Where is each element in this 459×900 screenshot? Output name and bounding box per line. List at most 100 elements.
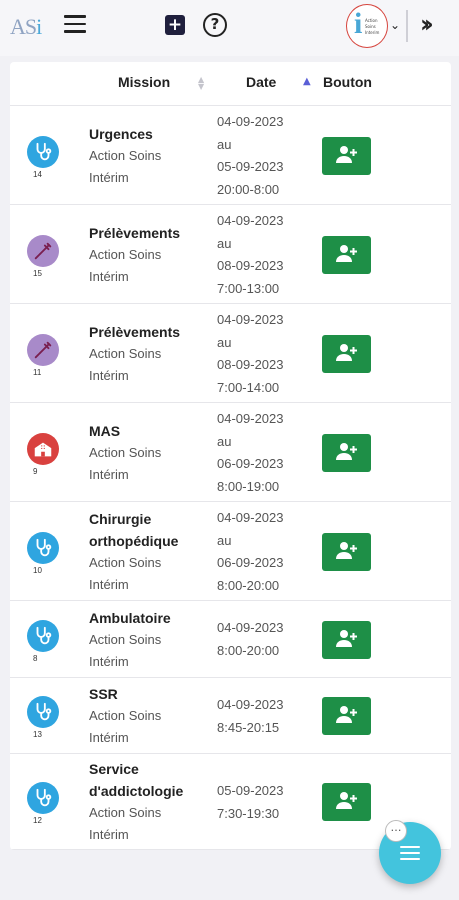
table-row: 14 Urgences Action Soins Intérim 04-09-2023 a…: [10, 106, 451, 205]
date-line: 05-09-2023: [217, 159, 284, 174]
date-line: 04-09-2023: [217, 620, 284, 635]
add-user-icon: [335, 790, 359, 814]
mission-company: Action Soins: [89, 247, 162, 262]
help-icon[interactable]: ?: [203, 13, 227, 37]
mission-type: Intérim: [89, 170, 129, 185]
date-line: 7:00-13:00: [217, 280, 280, 296]
mission-count: 10: [33, 566, 42, 575]
date-line: 7:00-14:00: [217, 379, 280, 395]
add-user-icon: [335, 243, 359, 267]
date-line: 7:30-19:30: [217, 805, 280, 821]
table-row: 10 Chirurgie orthopédique Action Soins Intér…: [10, 502, 451, 601]
column-mission[interactable]: Mission: [118, 74, 170, 90]
mission-company: Action Soins: [89, 632, 162, 647]
column-date[interactable]: Date: [246, 74, 276, 90]
apply-button[interactable]: [322, 236, 371, 274]
date-line: 04-09-2023: [217, 213, 284, 228]
app-logo[interactable]: ASi: [10, 14, 42, 40]
chat-bubble-icon[interactable]: …: [385, 820, 407, 842]
date-line: au: [217, 334, 232, 350]
mission-count: 12: [33, 816, 42, 825]
mission-info: Chirurgie orthopédique Action Soins Intérim: [89, 508, 207, 596]
mission-title[interactable]: Prélèvements: [89, 321, 207, 343]
top-bar: ASi + ? i Action Soins Interim ⌄ ››: [0, 0, 459, 56]
mission-date: 04-09-2023 8:45-20:15: [217, 694, 284, 739]
apply-button[interactable]: [322, 621, 371, 659]
mission-info: Prélèvements Action Soins Intérim: [89, 321, 207, 387]
mission-title[interactable]: Prélèvements: [89, 222, 207, 244]
table-header: Mission ▲ ▼ Date ▲ Bouton: [10, 62, 451, 106]
mission-title[interactable]: Chirurgie: [89, 508, 207, 530]
user-avatar[interactable]: i Action Soins Interim: [346, 4, 388, 48]
mission-type: Intérim: [89, 269, 129, 284]
date-line: 04-09-2023: [217, 697, 284, 712]
date-line: 08-09-2023: [217, 258, 284, 273]
mission-title[interactable]: SSR: [89, 683, 207, 705]
apply-button[interactable]: [322, 697, 371, 735]
missions-table: Mission ▲ ▼ Date ▲ Bouton 14 Urgences Actio…: [10, 62, 451, 850]
mission-title[interactable]: d'addictologie: [89, 780, 207, 802]
add-user-icon: [335, 144, 359, 168]
double-chevron-right-icon[interactable]: ››: [420, 10, 434, 38]
hospital-icon: [27, 433, 59, 465]
stethoscope-icon: [27, 136, 59, 168]
chevron-down-icon[interactable]: ⌄: [390, 18, 400, 32]
date-line: 06-09-2023: [217, 555, 284, 570]
apply-button[interactable]: [322, 533, 371, 571]
date-line: 8:00-20:00: [217, 642, 280, 658]
date-line: 08-09-2023: [217, 357, 284, 372]
mission-company: Action Soins: [89, 445, 162, 460]
mission-title[interactable]: Urgences: [89, 123, 207, 145]
add-user-icon: [335, 628, 359, 652]
mission-date: 04-09-2023 8:00-20:00: [217, 617, 284, 662]
apply-button[interactable]: [322, 434, 371, 472]
sort-ascending-icon[interactable]: ▲: [303, 76, 311, 87]
mission-company: Action Soins: [89, 708, 162, 723]
date-line: 04-09-2023: [217, 510, 284, 525]
mission-title[interactable]: orthopédique: [89, 530, 207, 552]
date-line: 8:00-19:00: [217, 478, 280, 494]
mission-title[interactable]: MAS: [89, 420, 207, 442]
mission-type: Intérim: [89, 654, 129, 669]
date-line: 04-09-2023: [217, 312, 284, 327]
add-user-icon: [335, 342, 359, 366]
mission-count: 9: [33, 467, 38, 476]
mission-type: Intérim: [89, 368, 129, 383]
add-user-icon: [335, 704, 359, 728]
mission-date: 04-09-2023 au 08-09-2023 7:00-13:00: [217, 210, 284, 300]
apply-button[interactable]: [322, 137, 371, 175]
mission-title[interactable]: Ambulatoire: [89, 607, 207, 629]
mission-count: 14: [33, 170, 42, 179]
sort-icon[interactable]: ▲ ▼: [198, 76, 204, 91]
stethoscope-icon: [27, 696, 59, 728]
mission-type: Intérim: [89, 577, 129, 592]
mission-info: MAS Action Soins Intérim: [89, 420, 207, 486]
date-line: 8:45-20:15: [217, 719, 280, 735]
apply-button[interactable]: [322, 335, 371, 373]
add-user-icon: [335, 441, 359, 465]
mission-info: SSR Action Soins Intérim: [89, 683, 207, 749]
mission-date: 04-09-2023 au 06-09-2023 8:00-20:00: [217, 507, 284, 597]
mission-info: Prélèvements Action Soins Intérim: [89, 222, 207, 288]
mission-type: Intérim: [89, 467, 129, 482]
mission-date: 04-09-2023 au 05-09-2023 20:00-8:00: [217, 111, 284, 201]
syringe-icon: [27, 334, 59, 366]
date-line: au: [217, 433, 232, 449]
add-mission-icon[interactable]: +: [165, 15, 185, 35]
stethoscope-icon: [27, 782, 59, 814]
mission-title[interactable]: Service: [89, 758, 207, 780]
mission-company: Action Soins: [89, 346, 162, 361]
date-line: 04-09-2023: [217, 411, 284, 426]
mission-date: 04-09-2023 au 08-09-2023 7:00-14:00: [217, 309, 284, 399]
date-line: 8:00-20:00: [217, 577, 280, 593]
date-line: 20:00-8:00: [217, 181, 280, 197]
menu-icon[interactable]: [64, 15, 86, 33]
date-line: 04-09-2023: [217, 114, 284, 129]
apply-button[interactable]: [322, 783, 371, 821]
table-row: 9 MAS Action Soins Intérim 04-09-2023 au 06-09…: [10, 403, 451, 502]
date-line: au: [217, 532, 232, 548]
mission-count: 13: [33, 730, 42, 739]
mission-count: 11: [33, 368, 42, 377]
table-row: 8 Ambulatoire Action Soins Intérim 04-09-202…: [10, 601, 451, 678]
mission-company: Action Soins: [89, 148, 162, 163]
